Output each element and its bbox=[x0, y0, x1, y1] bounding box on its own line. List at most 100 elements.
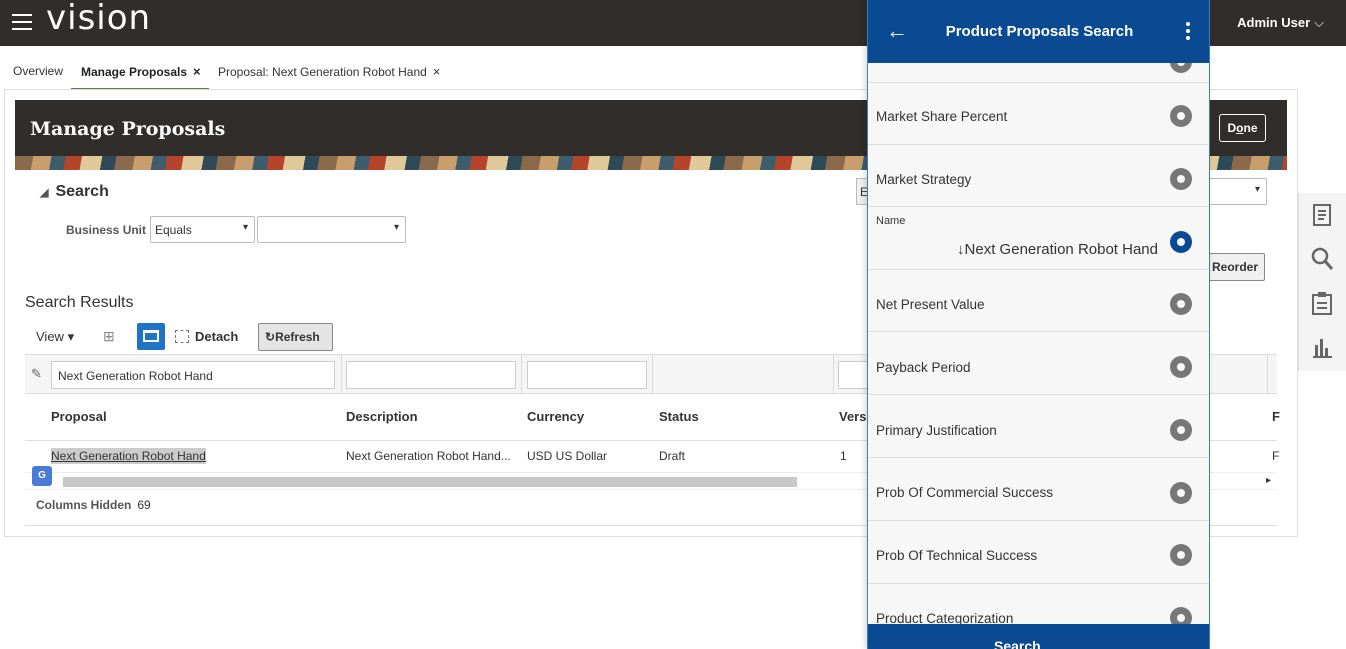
panel-item-prob-of-technical-success[interactable]: Prob Of Technical Success bbox=[868, 521, 1209, 584]
scrollbar-thumb[interactable] bbox=[63, 477, 797, 487]
aperture-icon[interactable] bbox=[1170, 356, 1192, 378]
reorder-button[interactable]: Reorder bbox=[1206, 253, 1265, 281]
proposal-link[interactable]: Next Generation Robot Hand bbox=[51, 448, 206, 464]
columns-hidden-count: 69 bbox=[137, 498, 151, 512]
aperture-icon[interactable] bbox=[1170, 544, 1192, 566]
truncated-cell: F bbox=[1272, 449, 1280, 463]
scroll-right-arrow-icon[interactable]: ▸ bbox=[1266, 475, 1271, 486]
operator-value: Equals bbox=[155, 223, 192, 237]
chevron-down-icon: ▾ bbox=[67, 329, 75, 344]
business-unit-label: Business Unit bbox=[66, 223, 147, 237]
panel-item-name[interactable]: Name ↓Next Generation Robot Hand bbox=[868, 207, 1209, 270]
tab-label: Proposal: Next Generation Robot Hand bbox=[218, 65, 427, 79]
tab-manage-proposals[interactable]: Manage Proposals × bbox=[81, 64, 201, 79]
panel-item-label: Primary Justification bbox=[876, 423, 997, 438]
user-menu[interactable]: Admin User ⌵ bbox=[1237, 15, 1324, 31]
column-header-currency[interactable]: Currency bbox=[527, 409, 584, 424]
detach-button[interactable]: Detach bbox=[175, 329, 238, 344]
proposal-filter-input[interactable]: Next Generation Robot Hand bbox=[51, 361, 335, 389]
column-separator bbox=[1267, 355, 1268, 395]
app-logo[interactable]: vision bbox=[46, 0, 151, 38]
hamburger-icon[interactable] bbox=[12, 14, 32, 30]
panel-row-partial[interactable] bbox=[868, 51, 1209, 83]
panel-item-prob-of-commercial-success[interactable]: Prob Of Commercial Success bbox=[868, 458, 1209, 521]
done-label-start: D bbox=[1227, 121, 1237, 135]
view-menu[interactable]: View ▾ bbox=[36, 329, 74, 345]
panel-item-primary-justification[interactable]: Primary Justification bbox=[868, 395, 1209, 458]
done-button[interactable]: Done bbox=[1219, 114, 1266, 142]
search-icon[interactable] bbox=[1311, 247, 1333, 271]
close-icon[interactable]: × bbox=[193, 64, 201, 79]
view-label: View bbox=[36, 329, 64, 344]
panel-item-label: Market Share Percent bbox=[876, 109, 1008, 124]
chevron-down-icon: ▾ bbox=[242, 222, 248, 233]
aperture-icon[interactable] bbox=[1170, 482, 1192, 504]
panel-item-market-share-percent[interactable]: Market Share Percent bbox=[868, 83, 1209, 145]
refresh-label: Refresh bbox=[275, 330, 320, 344]
panel-item-label: Prob Of Technical Success bbox=[876, 548, 1038, 563]
column-header-status[interactable]: Status bbox=[659, 409, 699, 424]
version-cell: 1 bbox=[840, 449, 847, 463]
chevron-down-icon: ▾ bbox=[1254, 184, 1260, 195]
panel-header: ← Product Proposals Search bbox=[868, 0, 1209, 63]
clipboard-icon[interactable] bbox=[1311, 291, 1333, 315]
panel-item-net-present-value[interactable]: Net Present Value bbox=[868, 270, 1209, 332]
detach-icon bbox=[175, 330, 189, 343]
freeze-icon[interactable]: ⊞ bbox=[103, 328, 119, 344]
description-cell: Next Generation Robot Hand... bbox=[346, 449, 511, 463]
aperture-icon[interactable] bbox=[1170, 419, 1192, 441]
collapse-triangle-icon: ◢ bbox=[40, 187, 49, 199]
chevron-down-icon: ▾ bbox=[393, 222, 399, 233]
aperture-icon[interactable] bbox=[1170, 293, 1192, 315]
aperture-icon[interactable] bbox=[1170, 105, 1192, 127]
search-results-title: Search Results bbox=[25, 294, 134, 311]
column-separator bbox=[341, 355, 342, 395]
panel-search-label: Search bbox=[994, 638, 1041, 649]
tab-label: Overview bbox=[13, 64, 64, 78]
column-header-description[interactable]: Description bbox=[346, 409, 418, 424]
column-header-proposal[interactable]: Proposal bbox=[51, 409, 107, 424]
notes-icon[interactable] bbox=[1311, 203, 1333, 227]
panel-search-button[interactable]: Search bbox=[868, 624, 1209, 649]
panel-item-label: Name bbox=[876, 215, 906, 227]
panel-item-label: Payback Period bbox=[876, 360, 971, 375]
column-separator bbox=[652, 355, 653, 395]
panel-item-label: Market Strategy bbox=[876, 172, 972, 187]
column-separator bbox=[521, 355, 522, 395]
columns-hidden-indicator: Columns Hidden 69 bbox=[36, 498, 151, 512]
currency-cell: USD US Dollar bbox=[527, 449, 608, 463]
panel-item-label: Prob Of Commercial Success bbox=[876, 485, 1054, 500]
chevron-down-icon: ⌵ bbox=[1314, 15, 1324, 30]
done-mnemonic: o bbox=[1236, 121, 1244, 135]
name-filter-value: ↓Next Generation Robot Hand bbox=[957, 241, 1158, 258]
panel-item-product-categorization[interactable]: Product Categorization bbox=[868, 584, 1209, 629]
column-separator bbox=[833, 355, 834, 395]
right-rail bbox=[1298, 193, 1346, 371]
panel-title: Product Proposals Search bbox=[945, 23, 1134, 40]
right-select[interactable]: ▾ bbox=[1208, 178, 1267, 205]
aperture-icon[interactable] bbox=[1170, 168, 1192, 190]
panel-item-market-strategy[interactable]: Market Strategy bbox=[868, 145, 1209, 207]
search-section-header[interactable]: ◢ Search bbox=[40, 183, 109, 201]
tab-proposal-detail[interactable]: Proposal: Next Generation Robot Hand × bbox=[218, 64, 440, 79]
business-unit-operator-select[interactable]: Equals ▾ bbox=[150, 216, 255, 243]
query-by-example-button[interactable] bbox=[137, 323, 165, 350]
done-label-end: ne bbox=[1243, 121, 1258, 135]
kebab-icon[interactable] bbox=[1186, 22, 1192, 42]
status-cell: Draft bbox=[659, 449, 686, 463]
description-filter-input[interactable] bbox=[346, 361, 516, 389]
currency-filter-input[interactable] bbox=[527, 361, 647, 389]
panel-item-payback-period[interactable]: Payback Period bbox=[868, 332, 1209, 395]
detach-label: Detach bbox=[195, 329, 239, 344]
business-unit-value-select[interactable]: ▾ bbox=[257, 216, 406, 243]
column-header-more[interactable]: F bbox=[1272, 409, 1280, 424]
translate-extension-icon[interactable]: G bbox=[32, 466, 52, 486]
close-icon[interactable]: × bbox=[433, 64, 441, 79]
refresh-button[interactable]: ↻Refresh bbox=[258, 323, 333, 351]
bar-chart-icon[interactable] bbox=[1311, 335, 1333, 359]
tab-overview[interactable]: Overview bbox=[13, 64, 63, 78]
page-title: Manage Proposals bbox=[30, 118, 226, 140]
aperture-icon[interactable] bbox=[1170, 231, 1192, 253]
user-name: Admin User bbox=[1237, 15, 1311, 30]
column-header-version[interactable]: Vers bbox=[839, 409, 866, 424]
